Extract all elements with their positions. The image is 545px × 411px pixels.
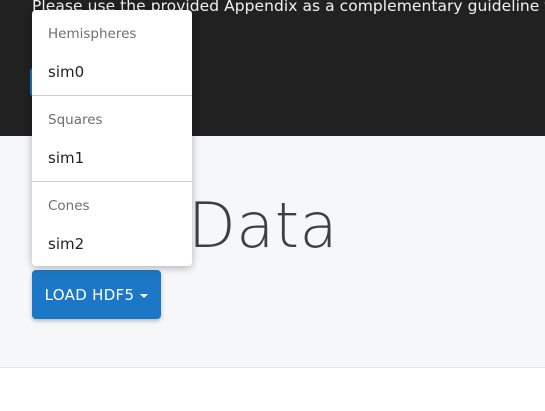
- group-header: Cones: [48, 198, 90, 214]
- caret-down-icon: [140, 293, 149, 298]
- section-title: Data: [188, 189, 339, 262]
- menu-item-sim2[interactable]: sim2: [32, 230, 192, 258]
- page: Please use the provided Appendix as a co…: [0, 0, 545, 411]
- group-header: Hemispheres: [48, 26, 137, 42]
- load-hdf5-button[interactable]: LOAD HDF5: [32, 270, 161, 319]
- menu-item-sim1[interactable]: sim1: [32, 144, 192, 172]
- section-divider: [0, 367, 545, 368]
- group-header: Squares: [48, 112, 103, 128]
- menu-item-sim0[interactable]: sim0: [32, 58, 192, 86]
- load-hdf5-button-label: LOAD HDF5: [44, 285, 135, 304]
- dataset-dropdown-menu: Hemispheres sim0 Squares sim1 Cones sim2: [32, 10, 192, 266]
- menu-group-cones: Cones sim2: [32, 182, 192, 266]
- menu-group-squares: Squares sim1: [32, 96, 192, 182]
- menu-group-hemispheres: Hemispheres sim0: [32, 10, 192, 96]
